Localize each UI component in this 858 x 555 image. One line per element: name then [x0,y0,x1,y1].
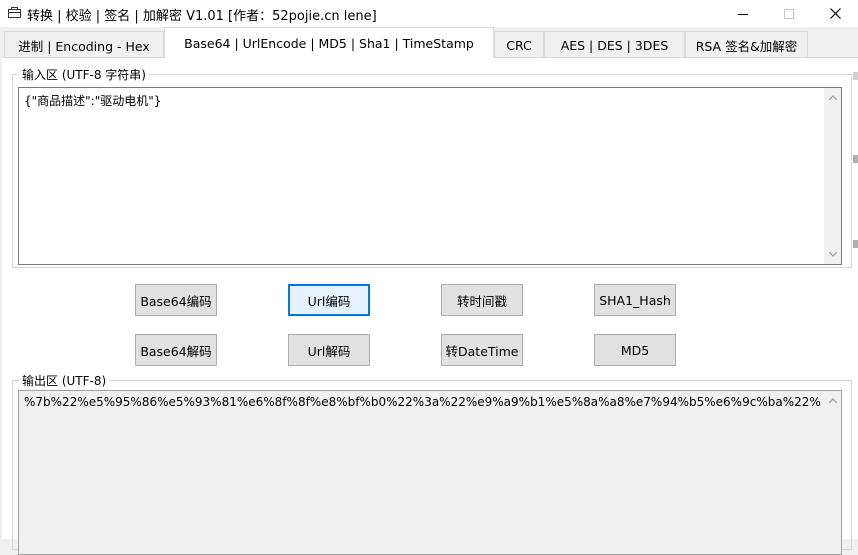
button-label: MD5 [620,342,650,358]
output-scrollbar[interactable] [824,391,841,554]
output-group: 输出区 (UTF-8) %7b%22%e5%95%86%e5%93%81%e6%… [12,372,852,555]
tab-rsa[interactable]: RSA 签名&加解密 [685,31,808,58]
close-icon [829,8,841,19]
input-group: 输入区 (UTF-8 字符串) {"商品描述":"驱动电机"} [12,66,852,268]
maximize-icon [784,8,794,19]
edge-mark [853,72,858,80]
scroll-up-icon[interactable] [824,89,841,106]
tab-page: 输入区 (UTF-8 字符串) {"商品描述":"驱动电机"} Base64编码… [2,57,858,555]
button-label: Url解码 [307,343,351,359]
close-button[interactable] [812,0,858,27]
tab-label: Base64 | UrlEncode | MD5 | Sha1 | TimeSt… [184,35,474,51]
maximize-button[interactable] [766,0,812,27]
app-icon [8,7,21,18]
button-label: Url编码 [307,293,351,309]
button-label: 转时间戳 [456,293,507,309]
scroll-down-icon[interactable] [824,246,841,263]
input-text: {"商品描述":"驱动电机"} [24,94,162,108]
tab-aes-des-3des[interactable]: AES | DES | 3DES [544,31,685,58]
tab-label: AES | DES | 3DES [560,37,669,53]
sha1-hash-button[interactable]: SHA1_Hash [594,284,676,316]
md5-button[interactable]: MD5 [594,334,676,366]
title-bar: 转换 | 校验 | 签名 | 加解密 V1.01 [作者：52pojie.cn … [0,0,858,27]
output-group-legend: 输出区 (UTF-8) [19,372,110,389]
base64-decode-button[interactable]: Base64解码 [135,334,217,366]
input-scrollbar[interactable] [824,88,841,264]
input-group-legend: 输入区 (UTF-8 字符串) [19,66,149,83]
tab-label: RSA 签名&加解密 [695,38,798,54]
minimize-button[interactable] [720,0,766,27]
edge-mark [853,155,858,163]
edge-mark [853,240,858,248]
to-timestamp-button[interactable]: 转时间戳 [441,284,523,316]
url-decode-button[interactable]: Url解码 [288,334,370,366]
button-label: Base64解码 [140,343,212,359]
minimize-icon [738,13,748,15]
button-label: Base64编码 [140,293,212,309]
base64-encode-button[interactable]: Base64编码 [135,284,217,316]
tab-label: 进制 | Encoding - Hex [18,38,150,54]
button-label: 转DateTime [445,343,519,359]
button-label: SHA1_Hash [599,292,671,308]
output-textbox[interactable]: %7b%22%e5%95%86%e5%93%81%e6%8f%8f%e8%bf%… [18,390,842,555]
tab-base64-url-md5-sha1-timestamp[interactable]: Base64 | UrlEncode | MD5 | Sha1 | TimeSt… [164,27,494,58]
input-textbox[interactable]: {"商品描述":"驱动电机"} [18,87,842,265]
url-encode-button[interactable]: Url编码 [288,284,370,316]
window-title: 转换 | 校验 | 签名 | 加解密 V1.01 [作者：52pojie.cn … [27,9,377,24]
scroll-up-icon[interactable] [824,392,841,409]
tab-encoding-hex[interactable]: 进制 | Encoding - Hex [4,31,164,58]
output-text: %7b%22%e5%95%86%e5%93%81%e6%8f%8f%e8%bf%… [24,395,821,409]
tab-label: CRC [506,37,532,53]
to-datetime-button[interactable]: 转DateTime [441,334,523,366]
tab-crc[interactable]: CRC [494,31,544,58]
tab-strip: 进制 | Encoding - Hex Base64 | UrlEncode |… [0,27,858,58]
